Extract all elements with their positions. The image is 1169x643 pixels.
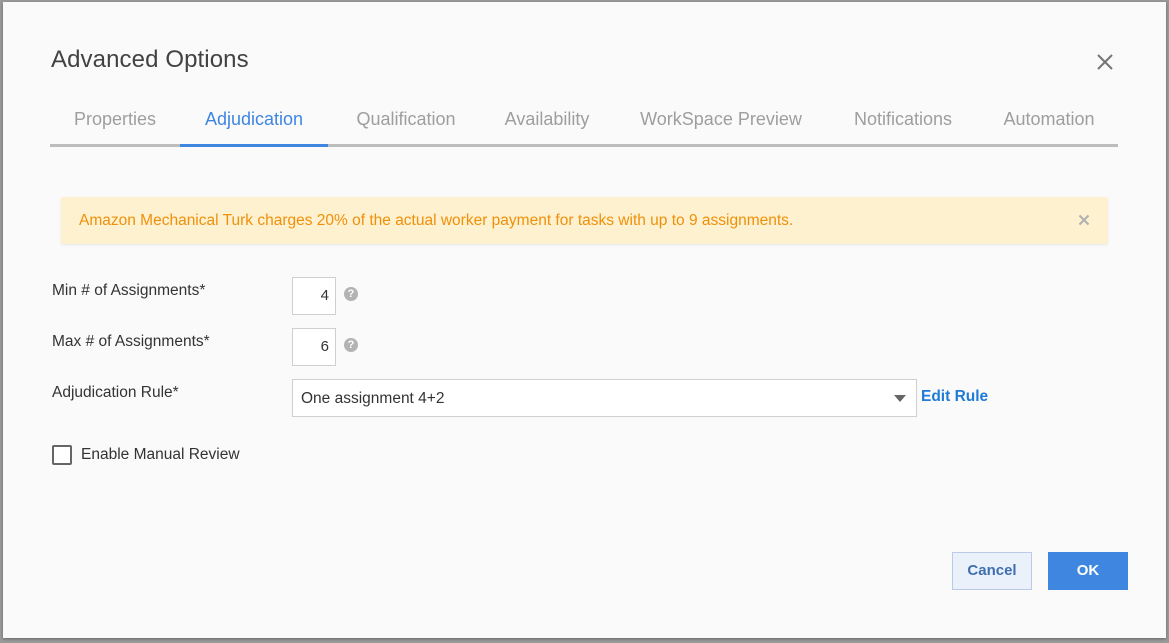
min-assignments-label: Min # of Assignments* xyxy=(52,282,206,299)
pricing-notice-banner: Amazon Mechanical Turk charges 20% of th… xyxy=(61,197,1108,244)
dismiss-banner-button[interactable] xyxy=(1075,211,1093,229)
adjudication-rule-select[interactable]: One assignment 4+2 xyxy=(292,379,917,417)
max-assignments-input[interactable]: 6 xyxy=(292,328,336,366)
manual-review-label: Enable Manual Review xyxy=(81,446,240,463)
close-icon xyxy=(1097,54,1113,70)
max-assignments-label: Max # of Assignments* xyxy=(52,333,210,350)
tab-automation[interactable]: Automation xyxy=(987,98,1111,144)
banner-text: Amazon Mechanical Turk charges 20% of th… xyxy=(79,212,794,229)
cancel-button[interactable]: Cancel xyxy=(952,552,1032,590)
active-tab-indicator xyxy=(180,144,328,147)
tab-bar: Properties Adjudication Qualification Av… xyxy=(50,98,1118,148)
help-circle-icon[interactable]: ? xyxy=(344,338,358,352)
tab-availability[interactable]: Availability xyxy=(482,98,612,144)
tab-adjudication[interactable]: Adjudication xyxy=(180,98,328,144)
adjudication-rule-value: One assignment 4+2 xyxy=(301,390,445,407)
tab-workspace-preview[interactable]: WorkSpace Preview xyxy=(626,98,816,144)
close-dialog-button[interactable] xyxy=(1091,48,1119,76)
tab-properties[interactable]: Properties xyxy=(50,98,180,144)
tab-notifications[interactable]: Notifications xyxy=(835,98,971,144)
help-circle-icon[interactable]: ? xyxy=(344,287,358,301)
close-icon xyxy=(1078,214,1090,226)
advanced-options-dialog: Advanced Options Properties Adjudication… xyxy=(3,2,1166,638)
manual-review-checkbox[interactable] xyxy=(52,445,72,465)
ok-button[interactable]: OK xyxy=(1048,552,1128,590)
dialog-title: Advanced Options xyxy=(51,46,249,73)
min-assignments-input[interactable]: 4 xyxy=(292,277,336,315)
edit-rule-link[interactable]: Edit Rule xyxy=(921,388,988,406)
adjudication-rule-label: Adjudication Rule* xyxy=(52,384,179,401)
tab-qualification[interactable]: Qualification xyxy=(333,98,479,144)
caret-down-icon xyxy=(894,395,906,402)
